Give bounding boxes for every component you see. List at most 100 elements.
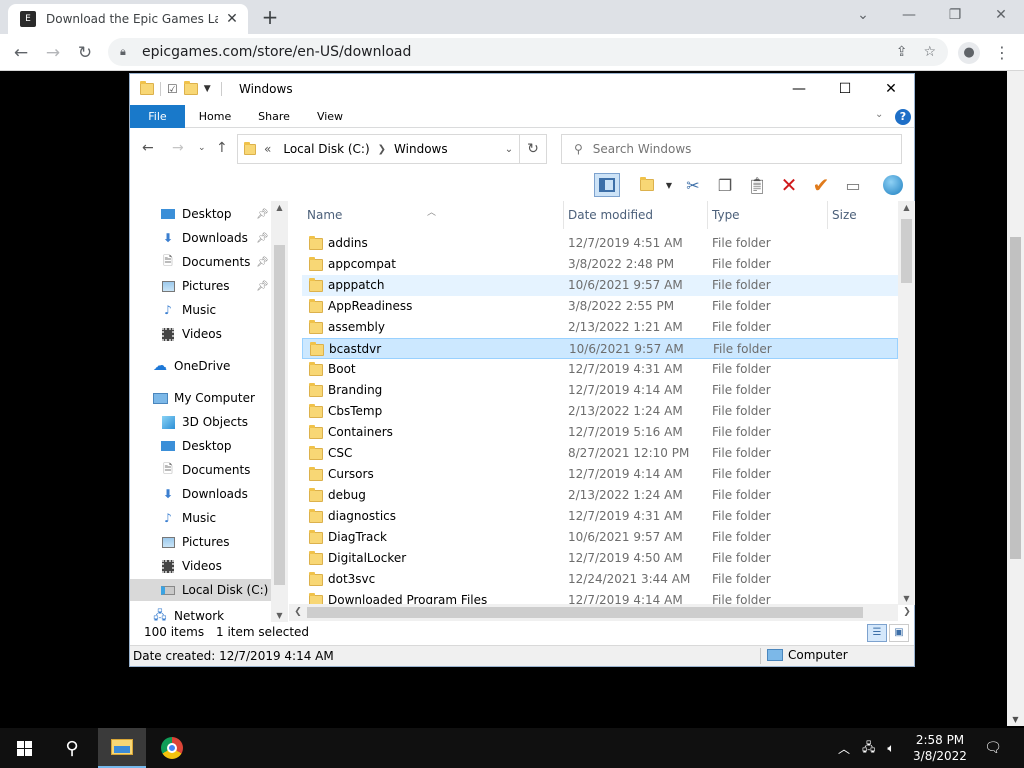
explorer-minimize-button[interactable]: —	[776, 74, 822, 105]
breadcrumb-local-disk[interactable]: Local Disk (C:)	[283, 142, 369, 156]
explorer-forward-button[interactable]: →	[172, 140, 184, 156]
browser-tab[interactable]: E Download the Epic Games Launc ✕	[8, 4, 248, 34]
nav-item-music[interactable]: ♪ Music	[130, 299, 271, 321]
share-icon[interactable]: ⇪	[896, 44, 908, 60]
back-button[interactable]: ←	[8, 40, 34, 66]
table-row[interactable]: AppReadiness 3/8/2022 2:55 PM File folder	[302, 296, 898, 317]
page-scrollbar-thumb[interactable]	[1010, 237, 1021, 559]
scroll-left-arrow-icon[interactable]: ❮	[291, 604, 305, 621]
nav-item-local-disk[interactable]: Local Disk (C:)	[130, 579, 271, 601]
large-icons-view-icon[interactable]: ▣	[889, 624, 909, 642]
clock[interactable]: 2:58 PM 3/8/2022	[906, 732, 974, 764]
preview-pane-icon[interactable]	[594, 173, 620, 197]
globe-icon[interactable]	[880, 173, 906, 197]
expand-ribbon-chevron-icon[interactable]: ⌄	[875, 109, 883, 120]
paste-icon[interactable]: 📋︎	[744, 173, 770, 197]
nav-item-desktop[interactable]: Desktop 📌︎	[130, 203, 271, 225]
breadcrumb-overflow[interactable]: «	[264, 142, 271, 156]
reload-button[interactable]: ↻	[72, 40, 98, 66]
explorer-address-bar[interactable]: « Local Disk (C:) ❯ Windows ⌄	[237, 134, 545, 164]
table-row[interactable]: Containers 12/7/2019 5:16 AM File folder	[302, 422, 898, 443]
table-row[interactable]: Cursors 12/7/2019 4:14 AM File folder	[302, 464, 898, 485]
refresh-button[interactable]: ↻	[519, 134, 547, 164]
minimize-button[interactable]: —	[886, 0, 932, 30]
checkmark-icon[interactable]: ✔	[808, 173, 834, 197]
chrome-taskbar-button[interactable]	[148, 728, 196, 768]
up-level-button[interactable]: ↑	[216, 140, 228, 156]
scroll-right-arrow-icon[interactable]: ❯	[900, 604, 914, 621]
customize-toolbar-icon[interactable]: ▼	[204, 84, 211, 94]
navigation-pane-scrollbar[interactable]: ▲ ▼	[271, 201, 288, 622]
rename-icon[interactable]: ▭	[840, 173, 866, 197]
navigation-pane-scrollbar-thumb[interactable]	[274, 245, 285, 585]
copy-icon[interactable]: ❐	[712, 173, 738, 197]
table-row[interactable]: dot3svc 12/24/2021 3:44 AM File folder	[302, 569, 898, 590]
table-row[interactable]: DigitalLocker 12/7/2019 4:50 AM File folde…	[302, 548, 898, 569]
pin-icon[interactable]: 📌︎	[256, 281, 269, 292]
explorer-back-button[interactable]: ←	[142, 140, 154, 156]
scroll-up-arrow-icon[interactable]: ▲	[898, 203, 915, 212]
forward-button[interactable]: →	[40, 40, 66, 66]
nav-item-downloads-2[interactable]: ⬇ Downloads	[130, 483, 271, 505]
tab-view[interactable]: View	[308, 105, 352, 128]
nav-item-documents[interactable]: 🗎 Documents 📌︎	[130, 251, 271, 273]
nav-item-pictures[interactable]: Pictures 📌︎	[130, 275, 271, 297]
profile-avatar-icon[interactable]: ●	[958, 42, 980, 64]
nav-item-videos-2[interactable]: Videos	[130, 555, 271, 577]
start-button[interactable]	[0, 728, 48, 768]
close-window-button[interactable]: ✕	[978, 0, 1024, 30]
scroll-down-arrow-icon[interactable]: ▼	[271, 611, 288, 620]
column-header-date-modified[interactable]: Date modified	[551, 201, 693, 229]
browser-menu-icon[interactable]: ⋮	[994, 40, 1010, 66]
properties-icon[interactable]: ☑	[167, 82, 178, 96]
tab-file[interactable]: File	[130, 105, 185, 128]
nav-item-onedrive[interactable]: ☁ OneDrive	[130, 355, 271, 377]
pin-icon[interactable]: 📌︎	[256, 209, 269, 220]
close-tab-icon[interactable]: ✕	[224, 11, 240, 27]
table-row[interactable]: CbsTemp 2/13/2022 1:24 AM File folder	[302, 401, 898, 422]
notifications-icon[interactable]: 🗨	[978, 728, 1008, 768]
address-dropdown-icon[interactable]: ⌄	[498, 144, 520, 155]
table-row[interactable]: Boot 12/7/2019 4:31 AM File folder	[302, 359, 898, 380]
search-input[interactable]	[592, 142, 873, 156]
column-header-type[interactable]: Type	[693, 201, 813, 229]
table-row[interactable]: Downloaded Program Files 12/7/2019 4:14 A…	[302, 590, 898, 605]
new-item-dropdown-icon[interactable]: ▼	[656, 173, 682, 197]
tab-share[interactable]: Share	[250, 105, 298, 128]
table-row[interactable]: addins 12/7/2019 4:51 AM File folder	[302, 233, 898, 254]
details-view-icon[interactable]: ☰	[867, 624, 887, 642]
table-row[interactable]: CSC 8/27/2021 12:10 PM File folder	[302, 443, 898, 464]
file-list-vertical-scrollbar[interactable]: ▲ ▼	[898, 201, 915, 605]
table-row[interactable]: Branding 12/7/2019 4:14 AM File folder	[302, 380, 898, 401]
chevron-down-icon[interactable]: ⌄	[840, 0, 886, 30]
recent-locations-icon[interactable]: ⌄	[198, 143, 206, 153]
nav-item-music-2[interactable]: ♪ Music	[130, 507, 271, 529]
table-row[interactable]: DiagTrack 10/6/2021 9:57 AM File folder	[302, 527, 898, 548]
breadcrumb-windows[interactable]: Windows	[394, 142, 448, 156]
scroll-up-arrow-icon[interactable]: ▲	[271, 203, 288, 212]
nav-item-3d-objects[interactable]: 3D Objects	[130, 411, 271, 433]
nav-item-pictures-2[interactable]: Pictures	[130, 531, 271, 553]
table-row[interactable]: apppatch 10/6/2021 9:57 AM File folder	[302, 275, 898, 296]
nav-item-downloads[interactable]: ⬇ Downloads 📌︎	[130, 227, 271, 249]
nav-item-my-computer[interactable]: My Computer	[130, 387, 271, 409]
search-box[interactable]: ⚲	[561, 134, 902, 164]
scroll-down-arrow-icon[interactable]: ▼	[898, 594, 915, 603]
page-scrollbar[interactable]: ▼	[1007, 71, 1024, 726]
show-hidden-icons-chevron-icon[interactable]: ︿	[838, 740, 850, 757]
address-bar[interactable]: 🔒︎ epicgames.com/store/en-US/download ⇪ …	[108, 38, 948, 66]
restore-button[interactable]: ❐	[932, 0, 978, 30]
help-button[interactable]: ?	[895, 109, 911, 125]
pin-icon[interactable]: 📌︎	[256, 257, 269, 268]
new-folder-icon[interactable]	[183, 81, 198, 95]
table-row[interactable]: diagnostics 12/7/2019 4:31 AM File folder	[302, 506, 898, 527]
column-header-size[interactable]: Size	[813, 201, 893, 229]
bookmark-star-icon[interactable]: ☆	[923, 44, 936, 60]
table-row[interactable]: debug 2/13/2022 1:24 AM File folder	[302, 485, 898, 506]
tab-home[interactable]: Home	[192, 105, 238, 128]
table-row[interactable]: assembly 2/13/2022 1:21 AM File folder	[302, 317, 898, 338]
delete-icon[interactable]: ✕	[776, 173, 802, 197]
explorer-close-button[interactable]: ✕	[868, 74, 914, 105]
new-tab-button[interactable]: +	[258, 6, 282, 30]
scroll-down-arrow-icon[interactable]: ▼	[1007, 715, 1024, 724]
